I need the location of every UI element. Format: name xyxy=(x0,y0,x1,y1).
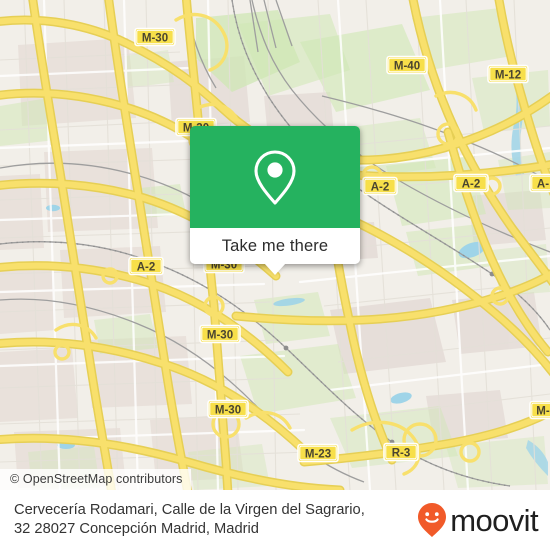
highway-shield: A-2 xyxy=(453,173,489,193)
highway-shield: M- xyxy=(529,400,550,420)
address-line-2: 32 28027 Concepción Madrid, Madrid xyxy=(14,521,259,537)
highway-shield: M-30 xyxy=(134,27,176,47)
take-me-there-button[interactable]: Take me there xyxy=(190,228,360,275)
highway-shield: R-3 xyxy=(383,442,419,462)
highway-shield-label: A- xyxy=(537,178,549,190)
highway-shield: A- xyxy=(529,173,550,193)
popup-tail xyxy=(264,263,286,275)
highway-shield: M-30 xyxy=(207,399,249,419)
moovit-map-screenshot: .rd { fill:none; stroke:#f8e06c; stroke-… xyxy=(0,0,550,550)
highway-shield: M-30 xyxy=(199,324,241,344)
highway-shield-label: M-23 xyxy=(305,448,331,460)
highway-shield-label: A-2 xyxy=(462,178,481,190)
destination-popup-card[interactable]: Take me there xyxy=(190,126,360,275)
moovit-wordmark: moovit xyxy=(450,502,538,538)
highway-shield-label: M-30 xyxy=(142,32,168,44)
popup-icon-area xyxy=(190,126,360,228)
highway-shield-label: A-2 xyxy=(371,181,390,193)
footer-bar: Cervecería Rodamari, Calle de la Virgen … xyxy=(0,490,550,550)
moovit-smiley-pin-icon xyxy=(418,503,447,537)
highway-shield-label: M-30 xyxy=(215,404,241,416)
map-pin-icon xyxy=(254,150,296,205)
highway-shield: M-40 xyxy=(386,55,428,75)
osm-attribution[interactable]: © OpenStreetMap contributors xyxy=(0,469,191,490)
highway-shield-label: R-3 xyxy=(392,447,411,459)
highway-shield: A-2 xyxy=(362,176,398,196)
highway-shield: M-12 xyxy=(487,64,529,84)
highway-shield: M-23 xyxy=(297,443,339,463)
take-me-there-label: Take me there xyxy=(221,236,329,255)
highway-shield-label: A-2 xyxy=(137,261,156,273)
highway-shield-label: M-30 xyxy=(207,329,233,341)
highway-shield-label: M-40 xyxy=(394,60,420,72)
moovit-logo[interactable]: moovit xyxy=(417,502,550,538)
highway-shield: A-2 xyxy=(128,256,164,276)
highway-shield-label: M-12 xyxy=(495,69,521,81)
address-block: Cervecería Rodamari, Calle de la Virgen … xyxy=(0,501,417,540)
address-line-1: Cervecería Rodamari, Calle de la Virgen … xyxy=(14,501,365,518)
highway-shield-label: M- xyxy=(536,405,550,417)
